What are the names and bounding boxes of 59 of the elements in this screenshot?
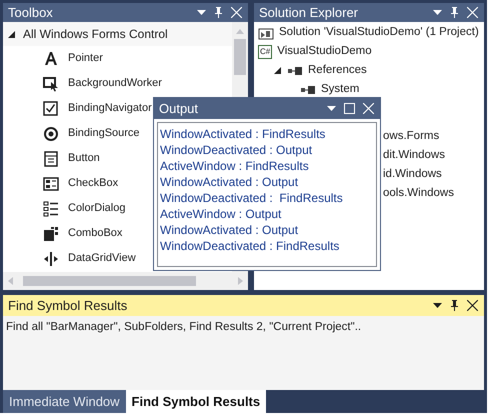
expanded-icon[interactable] [274, 67, 281, 74]
pin-icon[interactable] [214, 7, 223, 18]
output-line: WindowDeactivated : FindResults [160, 238, 340, 254]
category-label: All Windows Forms Control [23, 26, 168, 43]
output-line: WindowDeactivated : FindResults [160, 190, 344, 206]
output-line: WindowActivated : Output [160, 174, 300, 190]
output-line: WindowActivated : Output [160, 222, 300, 238]
tree-item[interactable]: References [308, 62, 367, 80]
close-icon[interactable] [467, 300, 478, 311]
output-line: ActiveWindow : Output [160, 206, 282, 222]
panel-title: Solution Explorer [259, 4, 359, 22]
list-icon [43, 200, 59, 216]
tree-item[interactable]: Solution 'VisualStudioDemo' (1 Project) [279, 24, 479, 42]
tree-item[interactable]: System [321, 80, 360, 98]
tree-item[interactable]: ools.Windows [383, 184, 454, 202]
toolbox-item[interactable]: ComboBox [68, 225, 122, 242]
toolbox-item[interactable]: Pointer [68, 50, 103, 67]
checklist-icon [43, 176, 59, 192]
pin-icon[interactable] [450, 300, 459, 311]
result-text: Find all "BarManager", SubFolders, Find Results 2, "Current Project".. [5, 320, 362, 335]
solution-icon [258, 26, 274, 40]
language-badge: C# [258, 44, 272, 58]
cursor-window-icon [43, 76, 59, 92]
tab[interactable]: Immediate Window [3, 390, 126, 413]
toolbox-item[interactable]: DataGridView [68, 250, 136, 267]
window-title: Output [159, 100, 200, 118]
tree-item[interactable]: VisualStudioDemo [277, 42, 372, 60]
form-icon [43, 150, 59, 166]
panel-title: Toolbox [8, 4, 54, 22]
output-line: WindowActivated : FindResults [160, 126, 326, 142]
output-line: WindowDeactivated : Output [160, 142, 314, 158]
tab[interactable]: Find Symbol Results [126, 390, 266, 413]
target-icon [43, 126, 59, 142]
output-line: ActiveWindow : FindResults [160, 158, 310, 174]
maximize-icon[interactable] [344, 103, 355, 114]
horizontal-scrollbar[interactable] [3, 272, 248, 290]
expanded-icon[interactable] [8, 30, 15, 38]
tree-item[interactable]: id.Windows [383, 166, 442, 184]
dropdown-icon[interactable] [433, 10, 442, 15]
tree-item[interactable]: ows.Forms [383, 128, 440, 146]
panel-title: Find Symbol Results [8, 296, 128, 315]
scroll-thumb[interactable] [234, 39, 246, 75]
toolbox-item[interactable]: BindingNavigator [68, 100, 152, 117]
category-row[interactable]: All Windows Forms Control [3, 22, 232, 46]
toolbox-item[interactable]: BindingSource [68, 125, 140, 142]
toolbox-item[interactable]: CheckBox [68, 175, 118, 192]
pin-icon[interactable] [450, 7, 459, 18]
toolbox-item[interactable]: BackgroundWorker [68, 75, 162, 92]
tree-item[interactable]: dit.Windows [383, 146, 445, 164]
toolbox-item[interactable]: Button [68, 150, 100, 167]
a-shape-icon [43, 50, 59, 66]
scroll-thumb[interactable] [23, 276, 196, 286]
dropdown-icon[interactable] [197, 10, 206, 15]
combobox-icon [43, 226, 59, 242]
dropdown-icon[interactable] [327, 106, 336, 111]
dropdown-icon[interactable] [433, 303, 442, 308]
toolbox-item[interactable]: ColorDialog [68, 200, 126, 217]
checkbox-icon [43, 100, 59, 116]
split-arrows-icon [43, 250, 59, 266]
